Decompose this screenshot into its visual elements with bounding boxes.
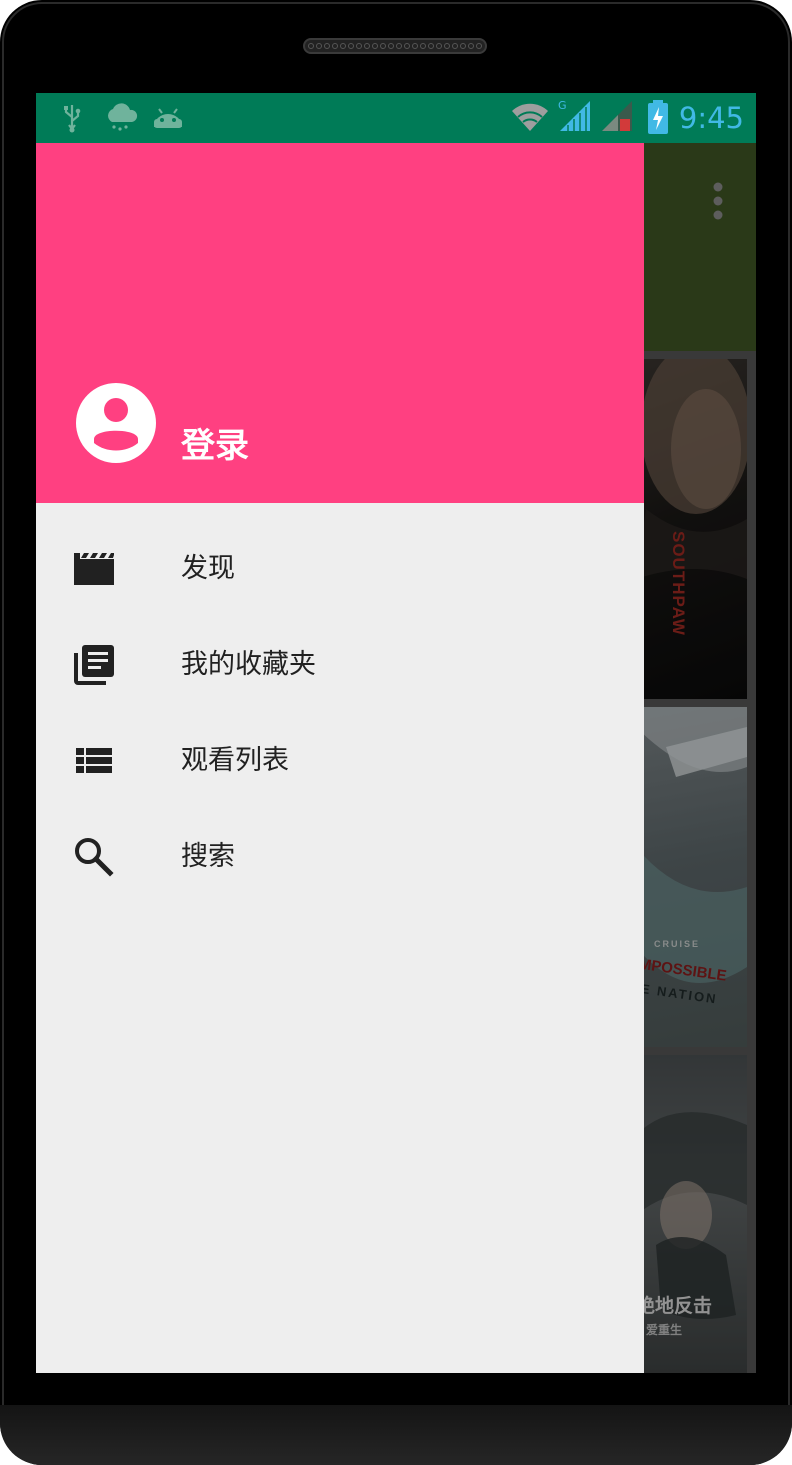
drawer-item-watchlist[interactable]: 观看列表 bbox=[36, 713, 644, 809]
weather-icon bbox=[108, 103, 138, 131]
android-icon bbox=[154, 108, 182, 128]
account-circle-icon[interactable] bbox=[76, 383, 156, 463]
device-chin bbox=[0, 1405, 792, 1465]
earpiece-speaker bbox=[303, 38, 487, 54]
device-screen: SOUTHPAW CRUISE IMPOSSIBLE E NATION 绝地反击… bbox=[36, 93, 756, 1373]
drawer-item-favorites[interactable]: 我的收藏夹 bbox=[36, 617, 644, 713]
battery-charging-icon bbox=[648, 100, 668, 134]
status-bar: G 9:45 bbox=[36, 93, 756, 143]
signal-no-sim-icon bbox=[602, 101, 632, 131]
movie-icon bbox=[74, 553, 114, 585]
library-books-icon bbox=[74, 645, 114, 685]
drawer-header: 登录 bbox=[36, 143, 644, 503]
network-type-label: G bbox=[558, 99, 567, 112]
search-icon bbox=[75, 838, 114, 877]
drawer-item-discover[interactable]: 发现 bbox=[36, 521, 644, 617]
drawer-item-label: 我的收藏夹 bbox=[181, 649, 316, 680]
status-time: 9:45 bbox=[678, 101, 744, 135]
wifi-icon bbox=[512, 103, 548, 131]
view-list-icon bbox=[76, 748, 112, 773]
signal-icon: G bbox=[558, 99, 590, 131]
navigation-drawer: 登录 发现 我的收藏夹 观看列表 搜索 bbox=[36, 143, 644, 1373]
drawer-item-label: 观看列表 bbox=[181, 745, 289, 776]
login-label[interactable]: 登录 bbox=[181, 423, 249, 469]
drawer-item-search[interactable]: 搜索 bbox=[36, 809, 644, 905]
drawer-item-label: 搜索 bbox=[181, 841, 235, 872]
drawer-item-label: 发现 bbox=[181, 553, 235, 584]
usb-icon bbox=[64, 105, 81, 133]
device-frame: SOUTHPAW CRUISE IMPOSSIBLE E NATION 绝地反击… bbox=[0, 0, 792, 1465]
